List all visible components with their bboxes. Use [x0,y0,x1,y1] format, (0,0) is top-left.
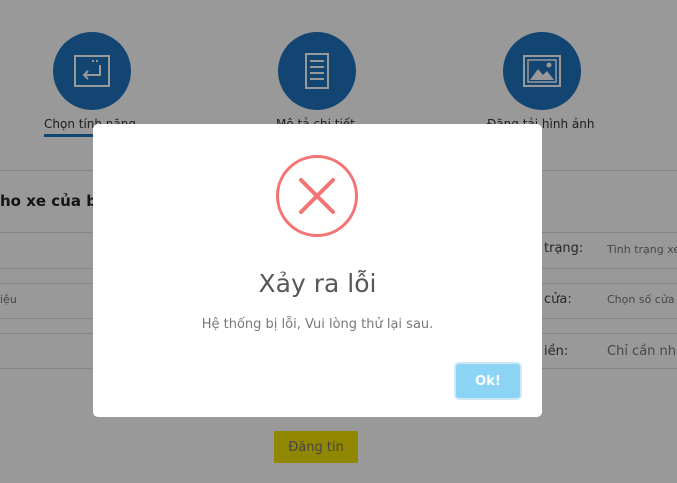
dialog-message: Hệ thống bị lỗi, Vui lòng thử lại sau. [201,317,434,332]
error-x-icon [276,155,358,237]
ok-button[interactable]: Ok! [454,362,522,400]
error-dialog: Xảy ra lỗi Hệ thống bị lỗi, Vui lòng thử… [93,124,542,417]
dialog-title: Xảy ra lỗi [258,269,377,298]
